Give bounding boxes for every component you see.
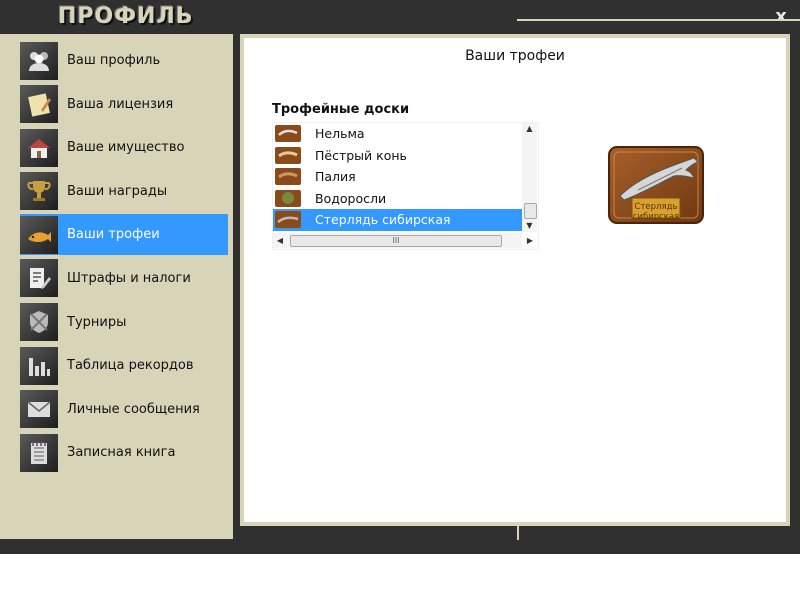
sidebar-item-label: Ваши награды	[67, 183, 168, 199]
sidebar-item-tournaments[interactable]: Турниры	[20, 302, 228, 343]
list-item[interactable]: Водоросли	[273, 188, 522, 210]
list-item-label: Палия	[315, 169, 356, 185]
frame-line	[517, 520, 519, 540]
trophy-boards-list[interactable]: Нельма Пёстрый конь Палия Водоросли Стер…	[272, 122, 539, 250]
content-panel: Ваши трофеи Трофейные доски Нельма Пёстр…	[244, 38, 786, 522]
sidebar-item-label: Турниры	[67, 314, 127, 330]
sidebar-item-notebook[interactable]: Записная книга	[20, 432, 228, 473]
wood-board-icon	[275, 125, 301, 143]
plaque-label: Стерлядь сибирская	[632, 202, 680, 222]
sidebar-item-messages[interactable]: Личные сообщения	[20, 389, 228, 430]
list-item[interactable]: Стерлядь сибирская	[273, 209, 522, 231]
scroll-thumb[interactable]	[524, 203, 537, 219]
sidebar-item-label: Таблица рекордов	[67, 358, 194, 374]
sidebar-menu: Ваш профиль Ваша лицензия Ваше имущество…	[20, 40, 228, 476]
sidebar-item-property[interactable]: Ваше имущество	[20, 127, 228, 168]
wood-board-icon	[275, 146, 301, 164]
list-item-label: Пёстрый конь	[315, 147, 407, 163]
sidebar-item-label: Ваши трофеи	[67, 227, 160, 243]
sidebar-item-trophies[interactable]: Ваши трофеи	[20, 214, 228, 256]
wood-board-icon	[275, 211, 301, 229]
horizontal-scrollbar[interactable]: ◀ III ▶	[273, 233, 533, 248]
sidebar-item-label: Личные сообщения	[67, 401, 200, 417]
users-icon	[20, 41, 58, 80]
fish-trophy-icon	[20, 215, 58, 254]
sidebar-item-label: Ваш профиль	[67, 53, 161, 68]
list-item[interactable]: Пёстрый конь	[273, 145, 522, 167]
sidebar-item-profile[interactable]: Ваш профиль	[20, 40, 228, 81]
document-edit-icon	[20, 259, 58, 298]
list-item-label: Стерлядь сибирская	[315, 212, 451, 228]
list-item[interactable]: Нельма	[273, 123, 522, 145]
sidebar-item-label: Записная книга	[67, 445, 176, 461]
scroll-left-icon[interactable]: ◀	[273, 233, 287, 248]
scroll-down-icon[interactable]: ▼	[522, 220, 537, 232]
vertical-scrollbar[interactable]: ▲ ▼	[522, 123, 537, 232]
sidebar-item-awards[interactable]: Ваши награды	[20, 171, 228, 212]
wood-board-icon	[275, 168, 301, 186]
list-item[interactable]: Палия	[273, 166, 522, 188]
bar-chart-icon	[20, 346, 58, 385]
boards-heading: Трофейные доски	[272, 102, 410, 117]
sidebar-item-records[interactable]: Таблица рекордов	[20, 345, 228, 386]
sidebar-item-license[interactable]: Ваша лицензия	[20, 84, 228, 125]
list-item-label: Нельма	[315, 126, 365, 142]
page-title: Ваши трофеи	[465, 48, 565, 64]
window-title: ПРОФИЛЬ	[58, 4, 194, 29]
list-item-label: Водоросли	[315, 190, 387, 206]
license-icon	[20, 85, 58, 124]
profile-window: ПРОФИЛЬ x Ваш профиль Ваша лицензия Ваше…	[0, 0, 800, 554]
list-rows: Нельма Пёстрый конь Палия Водоросли Стер…	[273, 123, 522, 232]
house-icon	[20, 128, 58, 167]
notebook-icon	[20, 433, 58, 472]
scroll-up-icon[interactable]: ▲	[522, 123, 537, 135]
sidebar-item-fines[interactable]: Штрафы и налоги	[20, 258, 228, 299]
wood-board-icon	[275, 189, 301, 207]
envelope-icon	[20, 390, 58, 429]
sidebar-item-label: Ваше имущество	[67, 140, 185, 156]
scroll-thumb[interactable]: III	[290, 235, 502, 247]
trophy-icon	[20, 172, 58, 211]
sidebar-item-label: Штрафы и налоги	[67, 270, 191, 286]
scroll-right-icon[interactable]: ▶	[523, 233, 537, 248]
tournament-shield-icon	[20, 303, 58, 342]
sidebar-item-label: Ваша лицензия	[67, 96, 174, 112]
